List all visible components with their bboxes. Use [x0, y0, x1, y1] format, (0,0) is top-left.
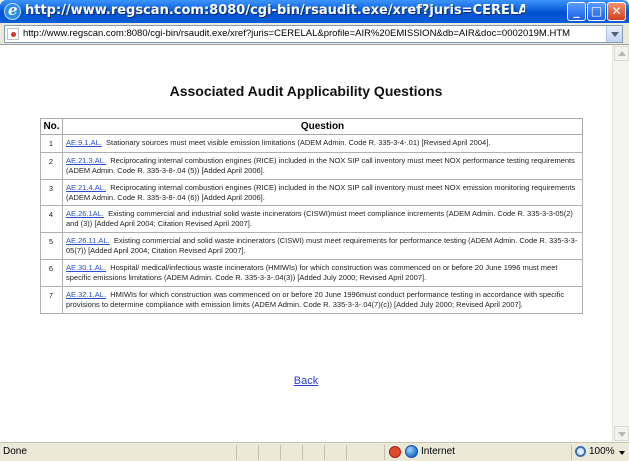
row-number: 7 [40, 285, 63, 314]
page-icon [7, 28, 19, 40]
table-row: 7 AE.32.1.AL. HMIWIs for which construct… [40, 285, 583, 314]
question-code-link[interactable]: AE.9.1.AL. [66, 138, 102, 147]
vertical-scrollbar[interactable] [612, 45, 629, 442]
questions-table: No. Question 1 AE.9.1.AL. Stationary sou… [40, 118, 583, 314]
back-link-container: Back [0, 371, 612, 389]
question-text: Reciprocating internal combustion engine… [66, 182, 576, 202]
address-url[interactable]: http://www.regscan.com:8080/cgi-bin/rsau… [23, 28, 601, 39]
status-bar: Done Internet 100% [0, 442, 629, 461]
question-text: Existing commercial and solid waste inci… [66, 236, 578, 256]
page-content: Associated Audit Applicability Questions… [0, 45, 612, 442]
table-row: 6 AE.30.1.AL. Hospital/ medical/infectio… [40, 259, 583, 287]
status-divider [258, 445, 259, 460]
scroll-down-button[interactable] [614, 426, 629, 441]
minimize-button[interactable]: _ [567, 2, 586, 21]
question-text: Hospital/ medical/infectious waste incin… [66, 263, 558, 282]
table-row: 1 AE.9.1.AL. Stationary sources must mee… [40, 134, 583, 153]
question-code-link[interactable]: AE.26.1AL. [66, 209, 104, 218]
globe-icon [405, 445, 418, 458]
status-text: Done [3, 446, 27, 457]
question-cell: AE.30.1.AL. Hospital/ medical/infectious… [62, 259, 583, 287]
question-text: Existing commercial and industrial solid… [66, 209, 573, 229]
question-code-link[interactable]: AE.32.1.AL. [66, 290, 106, 299]
question-cell: AE.9.1.AL. Stationary sources must meet … [62, 134, 583, 153]
ie-icon [4, 1, 21, 20]
popup-blocked-icon[interactable] [389, 446, 401, 458]
status-divider [346, 445, 347, 460]
window-title: http://www.regscan.com:8080/cgi-bin/rsau… [25, 3, 525, 18]
table-row: 3 AE.21.4.AL. Reciprocating internal com… [40, 178, 583, 207]
address-dropdown-button[interactable] [606, 26, 622, 42]
status-divider [302, 445, 303, 460]
page-title: Associated Audit Applicability Questions [169, 83, 443, 99]
maximize-button[interactable]: □ [587, 2, 606, 21]
scroll-up-button[interactable] [614, 46, 629, 61]
table-row: 2 AE.21.3.AL. Reciprocating internal com… [40, 151, 583, 180]
question-code-link[interactable]: AE.30.1.AL. [66, 263, 106, 272]
question-cell: AE.26.1AL. Existing commercial and indus… [62, 205, 583, 234]
row-number: 4 [40, 205, 63, 234]
question-cell: AE.26.11.AL. Existing commercial and sol… [62, 232, 583, 261]
row-number: 3 [40, 178, 63, 207]
zoom-level[interactable]: 100% [589, 446, 615, 457]
row-number: 2 [40, 151, 63, 180]
row-number: 5 [40, 232, 63, 261]
zoom-icon[interactable] [575, 446, 586, 457]
column-header-question: Question [62, 118, 583, 135]
row-number: 6 [40, 259, 63, 287]
question-cell: AE.32.1.AL. HMIWIs for which constructio… [62, 285, 583, 314]
status-divider [236, 445, 237, 460]
table-row: 4 AE.26.1AL. Existing commercial and ind… [40, 205, 583, 234]
question-text: HMIWIs for which construction was commen… [66, 289, 565, 309]
window-titlebar: http://www.regscan.com:8080/cgi-bin/rsau… [0, 0, 629, 23]
security-zone[interactable]: Internet [421, 446, 455, 457]
address-field[interactable]: http://www.regscan.com:8080/cgi-bin/rsau… [4, 25, 623, 43]
zoom-dropdown-icon[interactable] [619, 451, 625, 455]
table-row: 5 AE.26.11.AL. Existing commercial and s… [40, 232, 583, 261]
status-divider [384, 445, 385, 460]
back-link[interactable]: Back [294, 375, 318, 387]
status-divider [280, 445, 281, 460]
question-code-link[interactable]: AE.26.11.AL. [66, 236, 110, 245]
question-text: Reciprocating internal combustion engine… [66, 155, 575, 175]
address-bar: http://www.regscan.com:8080/cgi-bin/rsau… [0, 23, 629, 45]
column-header-no: No. [40, 118, 63, 135]
status-divider [571, 445, 572, 460]
question-code-link[interactable]: AE.21.3.AL. [66, 156, 106, 165]
question-cell: AE.21.3.AL. Reciprocating internal combu… [62, 151, 583, 180]
row-number: 1 [40, 134, 63, 153]
close-button[interactable]: ✕ [607, 2, 626, 21]
question-code-link[interactable]: AE.21.4.AL. [66, 183, 106, 192]
question-text: Stationary sources must meet visible emi… [106, 138, 491, 147]
question-cell: AE.21.4.AL. Reciprocating internal combu… [62, 178, 583, 207]
status-divider [324, 445, 325, 460]
